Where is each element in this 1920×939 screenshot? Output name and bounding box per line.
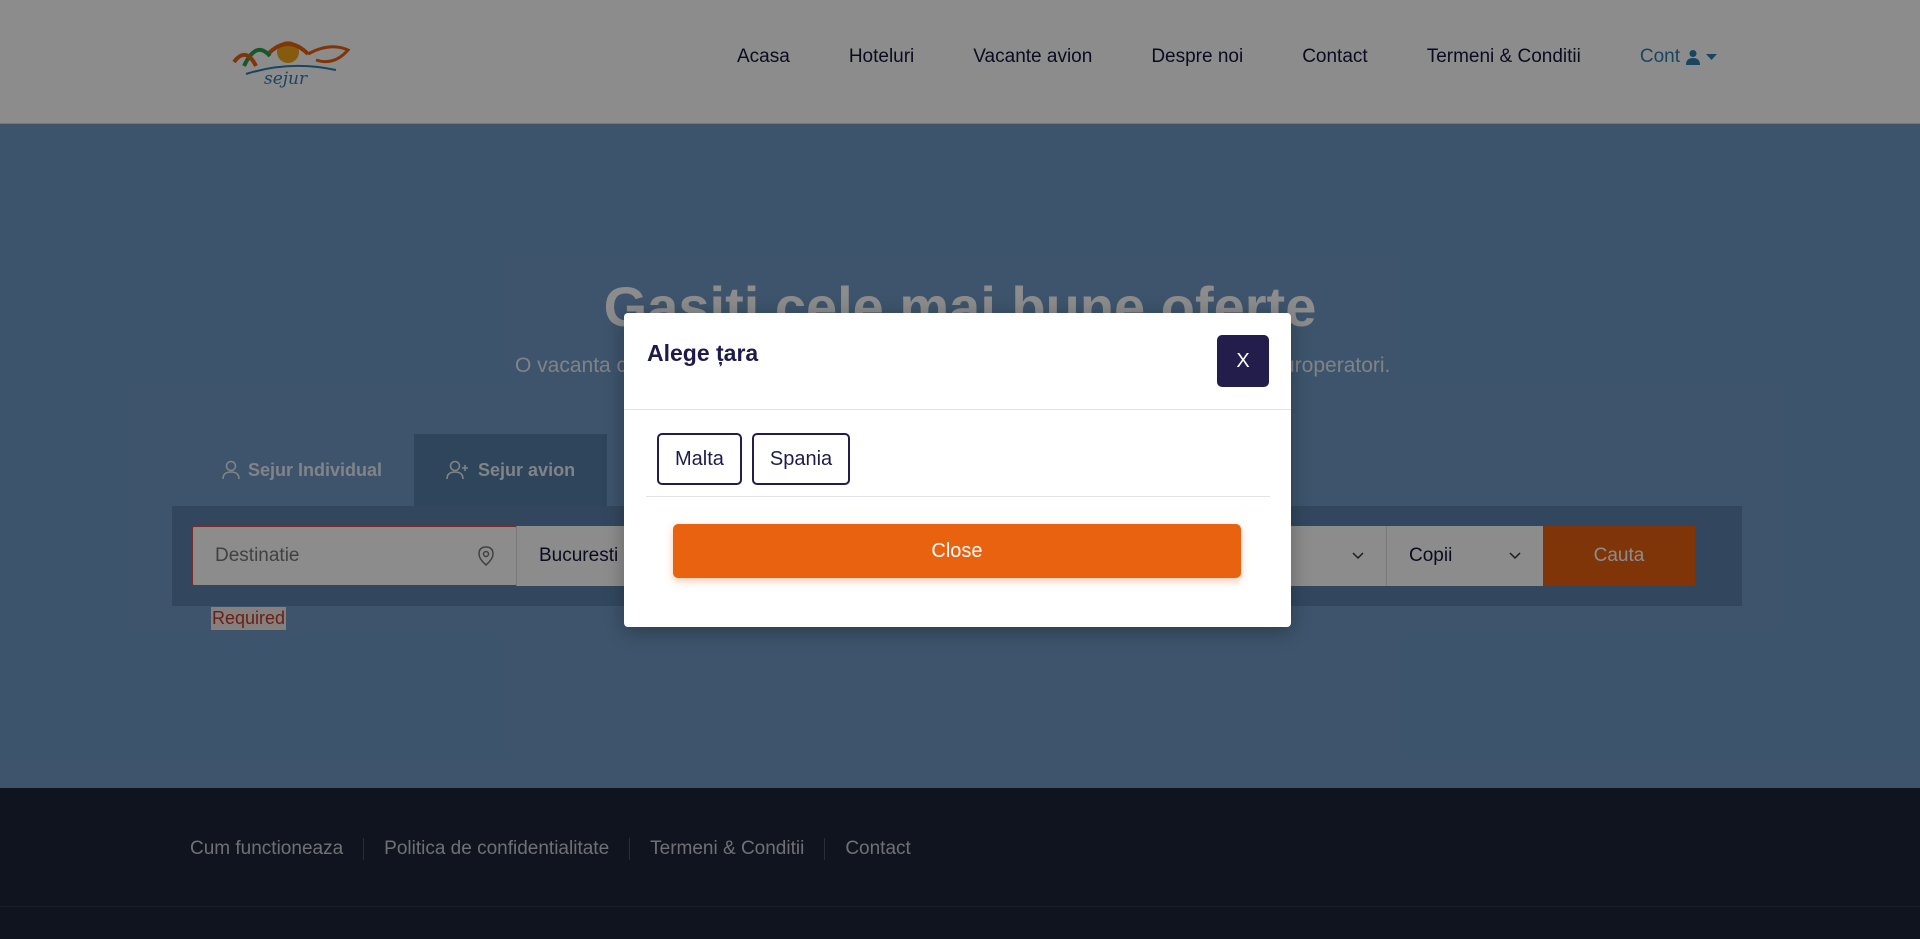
modal-close-x-button[interactable]: X	[1217, 335, 1269, 387]
country-list: Malta Spania	[657, 433, 851, 485]
modal-divider	[624, 409, 1291, 410]
country-button-malta[interactable]: Malta	[657, 433, 742, 485]
modal-title: Alege țara	[647, 340, 759, 366]
modal-close-button[interactable]: Close	[673, 524, 1241, 578]
modal-divider	[646, 496, 1270, 497]
country-modal: Alege țara X Malta Spania Close	[624, 313, 1291, 627]
country-button-spania[interactable]: Spania	[751, 433, 851, 485]
